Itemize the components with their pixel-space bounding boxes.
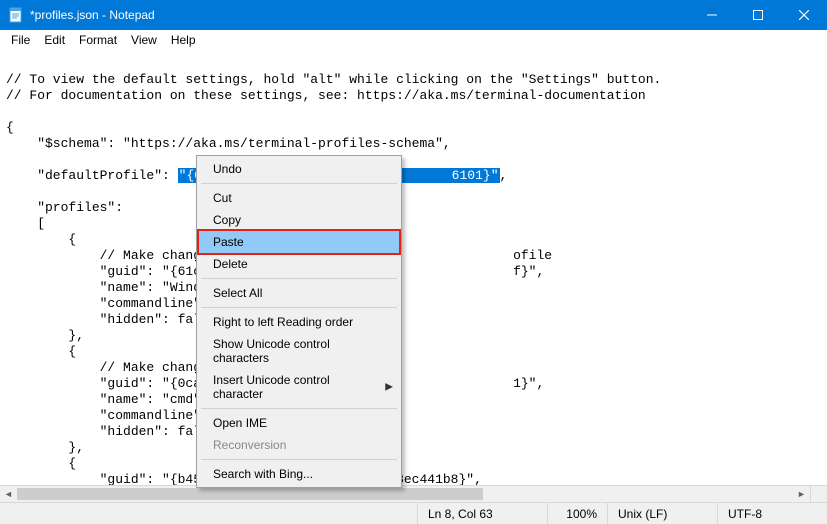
scroll-track[interactable] [17,486,793,502]
separator [201,278,397,279]
maximize-button[interactable] [735,0,781,30]
text-editor[interactable]: // To view the default settings, hold "a… [0,50,827,485]
status-encoding: UTF-8 [717,503,827,524]
menu-file[interactable]: File [4,31,37,49]
separator [201,408,397,409]
context-paste[interactable]: Paste [199,231,399,253]
paste-highlight-frame: Paste [197,229,401,255]
context-open-ime[interactable]: Open IME [199,412,399,434]
context-insert-unicode-label: Insert Unicode control character [213,373,330,401]
status-empty [0,503,417,524]
editor-area: // To view the default settings, hold "a… [0,50,827,502]
menu-view[interactable]: View [124,31,164,49]
titlebar: *profiles.json - Notepad [0,0,827,30]
menubar: File Edit Format View Help [0,30,827,50]
context-cut[interactable]: Cut [199,187,399,209]
context-reconversion: Reconversion [199,434,399,456]
scroll-thumb[interactable] [17,488,483,500]
context-delete[interactable]: Delete [199,253,399,275]
close-button[interactable] [781,0,827,30]
notepad-icon [8,7,24,23]
scroll-right-icon[interactable]: ► [793,486,810,502]
scroll-corner [810,485,827,502]
context-undo[interactable]: Undo [199,158,399,180]
context-menu: Undo Cut Copy Paste Delete Select All Ri… [196,155,402,488]
status-position: Ln 8, Col 63 [417,503,547,524]
status-zoom: 100% [547,503,607,524]
menu-format[interactable]: Format [72,31,124,49]
context-show-unicode[interactable]: Show Unicode control characters [199,333,399,369]
separator [201,183,397,184]
context-select-all[interactable]: Select All [199,282,399,304]
context-rtl[interactable]: Right to left Reading order [199,311,399,333]
menu-help[interactable]: Help [164,31,203,49]
separator [201,459,397,460]
context-search-bing[interactable]: Search with Bing... [199,463,399,485]
statusbar: Ln 8, Col 63 100% Unix (LF) UTF-8 [0,502,827,524]
horizontal-scrollbar[interactable]: ◄ ► [0,485,810,502]
status-eol: Unix (LF) [607,503,717,524]
minimize-button[interactable] [689,0,735,30]
context-copy[interactable]: Copy [199,209,399,231]
window-title: *profiles.json - Notepad [30,8,155,22]
submenu-arrow-icon: ▶ [385,382,393,393]
scroll-left-icon[interactable]: ◄ [0,486,17,502]
context-insert-unicode[interactable]: Insert Unicode control character ▶ [199,369,399,405]
menu-edit[interactable]: Edit [37,31,72,49]
separator [201,307,397,308]
